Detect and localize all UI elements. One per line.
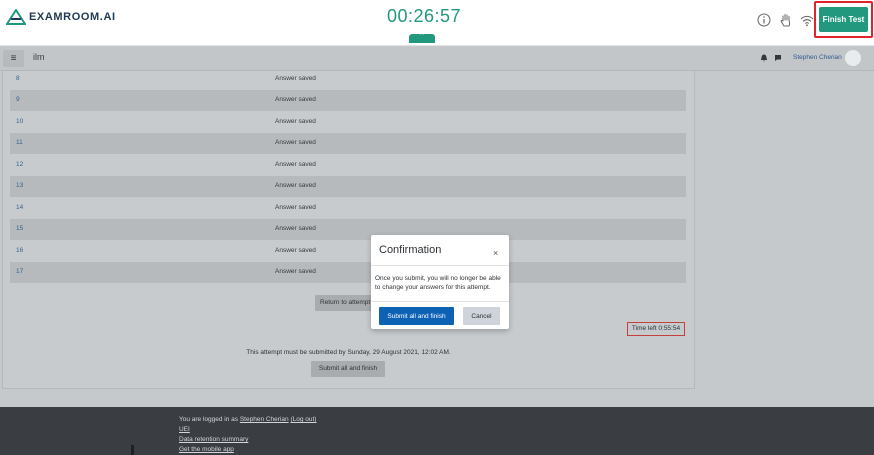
question-number-link[interactable]: 14 xyxy=(16,204,23,211)
question-number-link[interactable]: 8 xyxy=(16,75,20,82)
timer-toggle-tab[interactable]: ⌃ xyxy=(409,31,435,43)
site-name[interactable]: ilm xyxy=(33,52,45,62)
avatar[interactable] xyxy=(845,50,861,66)
table-row: 17 Answer saved xyxy=(10,262,686,283)
submit-all-and-finish-button[interactable]: Submit all and finish xyxy=(379,307,454,325)
hamburger-icon: ≡ xyxy=(10,53,17,64)
table-row: 8 Answer saved xyxy=(10,71,686,92)
finish-test-highlight: Finish Test xyxy=(814,1,873,38)
finish-test-button[interactable]: Finish Test xyxy=(819,7,868,32)
question-number-link[interactable]: 12 xyxy=(16,161,23,168)
question-status: Answer saved xyxy=(275,139,316,146)
question-status: Answer saved xyxy=(275,268,316,275)
close-icon[interactable]: × xyxy=(493,248,498,258)
examroom-logo-icon xyxy=(6,9,26,25)
dialog-divider xyxy=(371,265,509,266)
examroom-logo: EXAMROOM.AI xyxy=(6,9,116,25)
table-row: 9 Answer saved xyxy=(10,90,686,111)
table-row: 12 Answer saved xyxy=(10,155,686,176)
bell-icon[interactable] xyxy=(760,54,768,62)
user-menu-name[interactable]: Stephen Cherian xyxy=(793,54,842,61)
logged-in-line: You are logged in as Stephen Cherian (Lo… xyxy=(179,416,316,423)
question-number-link[interactable]: 13 xyxy=(16,182,23,189)
table-row: 16 Answer saved xyxy=(10,241,686,262)
time-left-indicator: Time left 0:55:54 xyxy=(627,322,685,336)
logged-in-text: You are logged in as xyxy=(179,416,240,423)
menu-toggle-button[interactable]: ≡ xyxy=(3,50,24,67)
dialog-divider xyxy=(371,301,509,302)
deadline-text: This attempt must be submitted by Sunday… xyxy=(246,349,451,356)
user-profile-link[interactable]: Stephen Cherian xyxy=(240,416,289,423)
exam-timer: 00:26:57 xyxy=(386,6,462,26)
table-row: 13 Answer saved xyxy=(10,176,686,197)
question-status: Answer saved xyxy=(275,161,316,168)
chevron-up-icon: ⌃ xyxy=(418,31,426,41)
logo-text: EXAMROOM.AI xyxy=(29,11,116,23)
footer-mark xyxy=(131,445,134,455)
question-status: Answer saved xyxy=(275,182,316,189)
page-footer: You are logged in as Stephen Cherian (Lo… xyxy=(0,407,874,455)
question-number-link[interactable]: 16 xyxy=(16,247,23,254)
confirmation-dialog: Confirmation × Once you submit, you will… xyxy=(371,235,509,329)
cancel-button[interactable]: Cancel xyxy=(463,307,500,325)
logout-link[interactable]: (Log out) xyxy=(290,416,316,423)
question-number-link[interactable]: 10 xyxy=(16,118,23,125)
table-row: 10 Answer saved xyxy=(10,112,686,133)
exam-topbar: EXAMROOM.AI 00:26:57 ⌃ Finish Test xyxy=(0,0,874,46)
question-status: Answer saved xyxy=(275,247,316,254)
question-number-link[interactable]: 11 xyxy=(16,139,23,146)
footer-link-uei[interactable]: UEI xyxy=(179,426,190,433)
table-row: 14 Answer saved xyxy=(10,198,686,219)
question-status: Answer saved xyxy=(275,96,316,103)
question-number-link[interactable]: 17 xyxy=(16,268,23,275)
right-panel xyxy=(697,71,874,407)
data-retention-link[interactable]: Data retention summary xyxy=(179,436,248,443)
table-row: 11 Answer saved xyxy=(10,133,686,154)
question-number-link[interactable]: 15 xyxy=(16,225,23,232)
question-status: Answer saved xyxy=(275,75,316,82)
raise-hand-icon[interactable] xyxy=(778,12,794,28)
question-number-link[interactable]: 9 xyxy=(16,96,20,103)
chat-icon[interactable] xyxy=(774,54,782,62)
nav-icons xyxy=(760,54,782,62)
submit-all-finish-button-bg[interactable]: Submit all and finish xyxy=(311,361,385,377)
table-row: 15 Answer saved xyxy=(10,219,686,240)
question-status: Answer saved xyxy=(275,225,316,232)
info-icon[interactable] xyxy=(756,12,772,28)
question-status: Answer saved xyxy=(275,118,316,125)
question-status: Answer saved xyxy=(275,204,316,211)
wifi-icon xyxy=(800,15,814,27)
mobile-app-link[interactable]: Get the mobile app xyxy=(179,446,234,453)
dialog-title: Confirmation xyxy=(379,244,442,256)
dialog-message: Once you submit, you will no longer be a… xyxy=(375,275,501,291)
site-navbar: ≡ ilm Stephen Cherian xyxy=(0,47,874,71)
